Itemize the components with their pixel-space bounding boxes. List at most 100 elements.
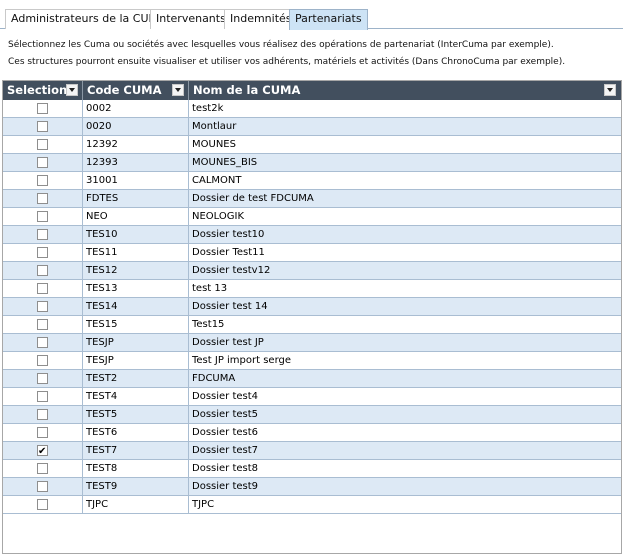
row-select-checkbox[interactable] <box>37 175 48 186</box>
nom-cuma-cell: test 13 <box>192 283 228 294</box>
nom-cuma-cell: Dossier test5 <box>192 409 259 420</box>
nom-cuma-cell: Dossier test6 <box>192 427 259 438</box>
table-row[interactable]: TES10 Dossier test10 <box>3 226 621 244</box>
table-row[interactable]: TEST5 Dossier test5 <box>3 406 621 424</box>
column-header-code[interactable]: Code CUMA <box>83 81 189 100</box>
table-row[interactable]: TESJP Dossier test JP <box>3 334 621 352</box>
table-row[interactable]: TEST7Dossier test7 <box>3 442 621 460</box>
table-row[interactable]: TEST8 Dossier test8 <box>3 460 621 478</box>
selection-cell <box>3 298 83 315</box>
code-cuma-cell: TEST4 <box>83 388 189 405</box>
description-line-1: Sélectionnez les Cuma ou sociétés avec l… <box>8 40 554 50</box>
table-row[interactable]: 12392 MOUNES <box>3 136 621 154</box>
table-row[interactable]: TES14 Dossier test 14 <box>3 298 621 316</box>
tab-indemnites[interactable]: Indemnités <box>224 9 298 29</box>
row-select-checkbox[interactable] <box>37 337 48 348</box>
code-cuma-cell: TESJP <box>83 352 189 369</box>
row-select-checkbox[interactable] <box>37 391 48 402</box>
table-row[interactable]: TESJP Test JP import serge <box>3 352 621 370</box>
row-select-checkbox[interactable] <box>37 229 48 240</box>
column-header-nom[interactable]: Nom de la CUMA <box>189 81 621 100</box>
partners-grid: Selection Code CUMA Nom de la CUMA 0002 t… <box>2 80 622 554</box>
column-header-selection-label: Selection <box>7 83 68 97</box>
selection-cell <box>3 460 83 477</box>
selection-cell <box>3 136 83 153</box>
table-row[interactable]: TEST4 Dossier test4 <box>3 388 621 406</box>
row-select-checkbox[interactable] <box>37 427 48 438</box>
selection-cell <box>3 100 83 117</box>
grid-header: Selection Code CUMA Nom de la CUMA <box>3 81 621 101</box>
table-row[interactable]: 0020 Montlaur <box>3 118 621 136</box>
row-select-checkbox[interactable] <box>37 103 48 114</box>
row-select-checkbox[interactable] <box>37 283 48 294</box>
table-row[interactable]: 12393 MOUNES_BIS <box>3 154 621 172</box>
code-cuma-cell: 12393 <box>83 154 189 171</box>
nom-cuma-cell: FDCUMA <box>192 373 236 384</box>
nom-cuma-cell: test2k <box>192 103 224 114</box>
row-select-checkbox[interactable] <box>37 409 48 420</box>
nom-filter-dropdown-icon[interactable] <box>604 84 616 96</box>
table-row[interactable]: NEO NEOLOGIK <box>3 208 621 226</box>
row-select-checkbox[interactable] <box>37 211 48 222</box>
selection-cell <box>3 244 83 261</box>
column-header-nom-label: Nom de la CUMA <box>193 83 301 97</box>
table-row[interactable]: TES13 test 13 <box>3 280 621 298</box>
tab-intervenants[interactable]: Intervenants <box>150 9 232 29</box>
row-select-checkbox[interactable] <box>37 481 48 492</box>
row-select-checkbox[interactable] <box>37 139 48 150</box>
row-select-checkbox[interactable] <box>37 193 48 204</box>
selection-cell <box>3 208 83 225</box>
selection-cell <box>3 370 83 387</box>
code-cuma-cell: TEST5 <box>83 406 189 423</box>
row-select-checkbox[interactable] <box>37 463 48 474</box>
column-header-selection[interactable]: Selection <box>3 81 83 100</box>
nom-cuma-cell: Dossier testv12 <box>192 265 271 276</box>
tab-partenariats[interactable]: Partenariats <box>289 9 368 30</box>
table-row[interactable]: 0002 test2k <box>3 100 621 118</box>
table-row[interactable]: FDTES Dossier de test FDCUMA <box>3 190 621 208</box>
selection-cell <box>3 154 83 171</box>
nom-cuma-cell: Dossier Test11 <box>192 247 265 258</box>
table-row[interactable]: 31001 CALMONT <box>3 172 621 190</box>
table-row[interactable]: TEST2 FDCUMA <box>3 370 621 388</box>
table-row[interactable]: TEST6 Dossier test6 <box>3 424 621 442</box>
row-select-checkbox[interactable] <box>37 355 48 366</box>
row-select-checkbox[interactable] <box>37 443 48 459</box>
row-select-checkbox[interactable] <box>37 265 48 276</box>
nom-cuma-cell: MOUNES <box>192 139 236 150</box>
row-select-checkbox[interactable] <box>37 319 48 330</box>
code-cuma-cell: TEST8 <box>83 460 189 477</box>
nom-cuma-cell: Dossier test JP <box>192 337 264 348</box>
nom-cuma-cell: Montlaur <box>192 121 237 132</box>
code-filter-dropdown-icon[interactable] <box>172 84 184 96</box>
table-row[interactable]: TJPC TJPC <box>3 496 621 514</box>
selection-cell <box>3 280 83 297</box>
code-cuma-cell: TES12 <box>83 262 189 279</box>
nom-cuma-cell: NEOLOGIK <box>192 211 245 222</box>
selection-cell <box>3 334 83 351</box>
row-select-checkbox[interactable] <box>37 247 48 258</box>
table-row[interactable]: TEST9 Dossier test9 <box>3 478 621 496</box>
selection-cell <box>3 316 83 333</box>
nom-cuma-cell: Dossier de test FDCUMA <box>192 193 314 204</box>
tab-administrateurs[interactable]: Administrateurs de la CUMA <box>5 9 172 29</box>
code-cuma-cell: TES14 <box>83 298 189 315</box>
row-select-checkbox[interactable] <box>37 157 48 168</box>
selection-cell <box>3 226 83 243</box>
row-select-checkbox[interactable] <box>37 301 48 312</box>
nom-cuma-cell: Dossier test4 <box>192 391 259 402</box>
selection-filter-dropdown-icon[interactable] <box>66 84 78 96</box>
selection-cell <box>3 388 83 405</box>
nom-cuma-cell: Dossier test8 <box>192 463 259 474</box>
table-row[interactable]: TES15 Test15 <box>3 316 621 334</box>
row-select-checkbox[interactable] <box>37 499 48 510</box>
selection-cell <box>3 424 83 441</box>
nom-cuma-cell: Dossier test10 <box>192 229 265 240</box>
table-row[interactable]: TES12 Dossier testv12 <box>3 262 621 280</box>
table-row[interactable]: TES11 Dossier Test11 <box>3 244 621 262</box>
row-select-checkbox[interactable] <box>37 373 48 384</box>
nom-cuma-cell: Dossier test9 <box>192 481 259 492</box>
selection-cell <box>3 352 83 369</box>
row-select-checkbox[interactable] <box>37 121 48 132</box>
code-cuma-cell: 12392 <box>83 136 189 153</box>
